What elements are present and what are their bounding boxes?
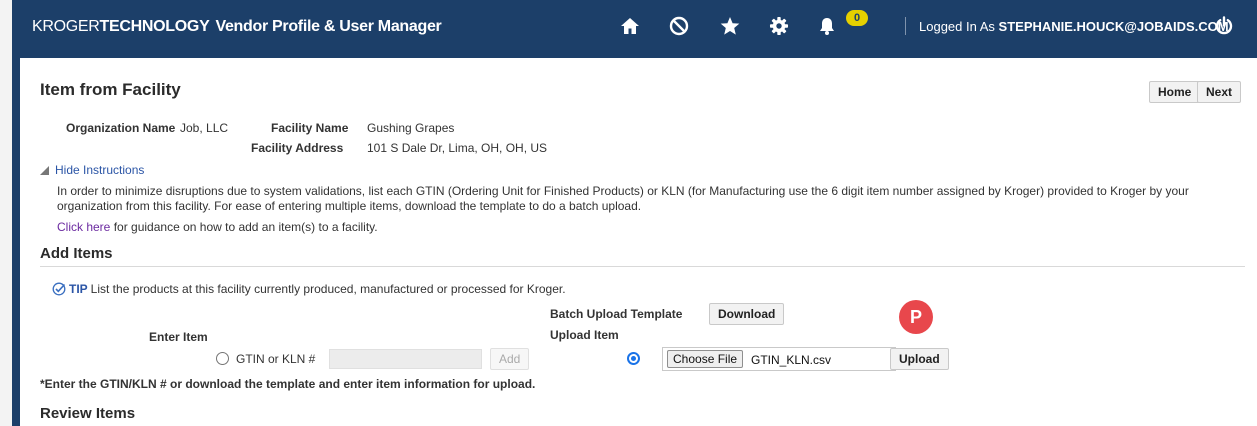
- home-icon[interactable]: [615, 11, 645, 41]
- gear-icon[interactable]: [764, 11, 794, 41]
- app-title: Vendor Profile & User Manager: [215, 18, 442, 35]
- brand-technology: TECHNOLOGY: [99, 18, 210, 35]
- tip-label: TIP: [69, 282, 88, 296]
- step-marker-badge: P: [899, 300, 933, 334]
- facility-address-label: Facility Address: [251, 141, 344, 155]
- gtin-kln-input[interactable]: [329, 349, 482, 369]
- logged-in-user: STEPHANIE.HOUCK@JOBAIDS.COM: [998, 19, 1229, 34]
- choose-file-button[interactable]: Choose File: [667, 350, 744, 368]
- main-content: Item from Facility Home Next Organizatio…: [12, 58, 1257, 426]
- star-icon[interactable]: [715, 11, 745, 41]
- upload-button[interactable]: Upload: [890, 348, 949, 370]
- organization-name-label: Organization Name: [66, 121, 176, 135]
- cancel-icon[interactable]: [664, 11, 694, 41]
- click-here-link[interactable]: Click here: [57, 220, 110, 234]
- file-chooser[interactable]: Choose File GTIN_KLN.csv: [662, 347, 896, 371]
- hide-instructions-toggle[interactable]: Hide Instructions: [40, 163, 144, 177]
- guidance-line: Click here for guidance on how to add an…: [57, 220, 378, 234]
- guidance-text: for guidance on how to add an item(s) to…: [113, 220, 378, 234]
- download-button[interactable]: Download: [709, 303, 785, 325]
- notification-count-badge[interactable]: 0: [846, 10, 868, 26]
- top-navigation-bar: KROGERTECHNOLOGY Vendor Profile & User Ma…: [12, 0, 1257, 58]
- facility-name-value: Gushing Grapes: [367, 121, 455, 135]
- add-items-heading: Add Items: [40, 245, 113, 262]
- entry-footnote: *Enter the GTIN/KLN # or download the te…: [40, 377, 536, 391]
- add-button[interactable]: Add: [490, 348, 530, 370]
- chosen-file-name: GTIN_KLN.csv: [751, 353, 832, 367]
- tip-text: List the products at this facility curre…: [90, 282, 566, 296]
- logged-in-prefix: Logged In As: [919, 19, 995, 34]
- header-divider: [905, 17, 906, 35]
- next-button[interactable]: Next: [1197, 81, 1242, 103]
- browser-frame: KROGERTECHNOLOGY Vendor Profile & User Ma…: [0, 0, 1257, 426]
- gtin-kln-radio[interactable]: [216, 352, 229, 365]
- gtin-kln-label: GTIN or KLN #: [236, 352, 316, 366]
- organization-name-value: Job, LLC: [180, 121, 229, 135]
- section-divider: [40, 266, 1245, 267]
- hide-instructions-link[interactable]: Hide Instructions: [55, 163, 144, 177]
- home-button[interactable]: Home: [1149, 81, 1201, 103]
- facility-address-value: 101 S Dale Dr, Lima, OH, OH, US: [367, 141, 548, 155]
- batch-upload-template-label: Batch Upload Template: [550, 307, 683, 321]
- tip-check-icon: [52, 282, 66, 296]
- logged-in-status: Logged In As STEPHANIE.HOUCK@JOBAIDS.COM: [919, 19, 1229, 34]
- instructions-text: In order to minimize disruptions due to …: [57, 184, 1189, 213]
- app-brand: KROGERTECHNOLOGY Vendor Profile & User Ma…: [32, 18, 442, 36]
- enter-item-label: Enter Item: [149, 330, 208, 344]
- bell-icon[interactable]: [812, 11, 842, 41]
- collapse-triangle-icon: [40, 165, 49, 175]
- power-icon[interactable]: [1209, 11, 1239, 41]
- review-items-heading: Review Items: [40, 405, 136, 422]
- upload-item-label: Upload Item: [550, 328, 619, 342]
- facility-name-label: Facility Name: [271, 121, 349, 135]
- tip-line: TIP List the products at this facility c…: [52, 282, 566, 296]
- upload-item-radio[interactable]: [627, 352, 640, 365]
- brand-kroger: KROGER: [32, 18, 100, 35]
- page-title: Item from Facility: [40, 80, 181, 99]
